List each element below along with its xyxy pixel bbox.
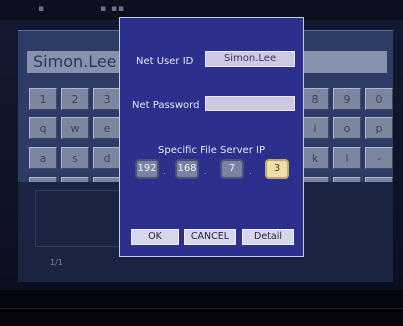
page-indicator: 1/1 xyxy=(50,258,63,267)
key-dash[interactable]: - xyxy=(365,147,393,169)
ip-octet-1[interactable]: 192 xyxy=(135,159,159,179)
ip-separator-1: . xyxy=(163,167,166,176)
key-i[interactable]: i xyxy=(301,117,329,139)
key-p[interactable]: p xyxy=(365,117,393,139)
key-d[interactable]: d xyxy=(93,147,121,169)
password-label: Net Password xyxy=(132,100,200,111)
key-a[interactable]: a xyxy=(29,147,57,169)
network-login-dialog: Net User ID Simon.Lee Net Password Speci… xyxy=(119,17,304,257)
key-l[interactable]: l xyxy=(333,147,361,169)
cancel-button[interactable]: CANCEL xyxy=(184,229,236,245)
key-w[interactable]: w xyxy=(61,117,89,139)
key-q[interactable]: q xyxy=(29,117,57,139)
ip-octet-3[interactable]: 7 xyxy=(220,159,244,179)
top-bar-decoration-2: ▪ ▪▪ xyxy=(100,4,126,14)
ok-button[interactable]: OK xyxy=(131,229,179,245)
ip-octet-2[interactable]: 168 xyxy=(175,159,199,179)
key-8[interactable]: 8 xyxy=(301,88,329,110)
ip-octet-4[interactable]: 3 xyxy=(265,159,289,179)
key-9[interactable]: 9 xyxy=(333,88,361,110)
password-field[interactable] xyxy=(205,96,295,111)
file-server-ip-label: Specific File Server IP xyxy=(158,145,265,156)
key-2[interactable]: 2 xyxy=(61,88,89,110)
key-o[interactable]: o xyxy=(333,117,361,139)
key-3[interactable]: 3 xyxy=(93,88,121,110)
key-k[interactable]: k xyxy=(301,147,329,169)
ip-separator-2: . xyxy=(204,167,207,176)
key-e[interactable]: e xyxy=(93,117,121,139)
keyboard-input-text: Simon.Lee xyxy=(33,52,117,71)
tv-screen: ▪ ▪ ▪▪ Simon.Lee 1 2 3 8 9 0 q w e i o p… xyxy=(0,0,403,326)
top-bar-decoration: ▪ xyxy=(38,4,46,14)
key-1[interactable]: 1 xyxy=(29,88,57,110)
detail-button[interactable]: Detail xyxy=(242,229,294,245)
user-id-field[interactable]: Simon.Lee xyxy=(205,51,295,67)
ip-separator-3: . xyxy=(249,167,252,176)
key-s[interactable]: s xyxy=(61,147,89,169)
user-id-label: Net User ID xyxy=(136,56,194,67)
file-list-box xyxy=(35,190,127,247)
bottom-divider xyxy=(0,308,403,309)
bottom-bar xyxy=(0,290,403,326)
key-0[interactable]: 0 xyxy=(365,88,393,110)
